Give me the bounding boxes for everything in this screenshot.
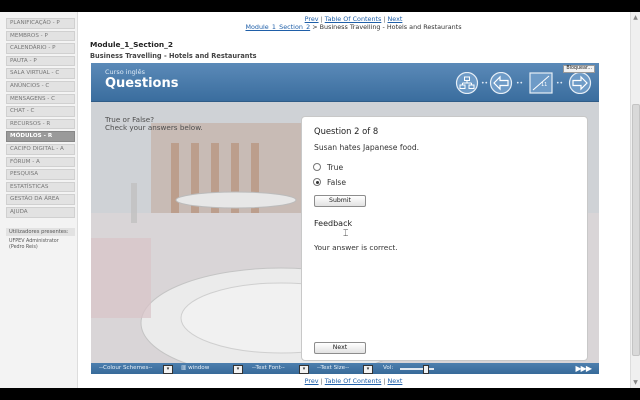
option-true-label: True: [327, 162, 344, 172]
volume-slider-thumb[interactable]: [423, 365, 429, 374]
nav-dots: ••: [481, 80, 489, 87]
volume-label: Vol:: [383, 365, 394, 371]
users-present-heading: Utilizadores presentes:: [6, 227, 75, 236]
sidebar-item-pesquisa[interactable]: PESQUISA: [6, 169, 75, 180]
question-title: Question 2 of 8: [314, 126, 379, 136]
feedback-title: Feedback: [314, 219, 353, 228]
sidebar-item-sala-virtual[interactable]: SALA VIRTUAL - C: [6, 68, 75, 79]
course-toolbar: --Colour Schemes-- ▾ ▥ window ▾ --Text F…: [91, 363, 599, 374]
left-sidebar: PLANIFICAÇÃO - P MEMBROS - P CALENDÁRIO …: [0, 12, 78, 388]
sidebar-item-planificacao[interactable]: PLANIFICAÇÃO - P: [6, 18, 75, 29]
sidebar-item-estatisticas[interactable]: ESTATÍSTICAS: [6, 181, 75, 193]
option-true[interactable]: True: [313, 162, 343, 172]
bloquear-button[interactable]: Bloquear...: [563, 65, 595, 73]
next-link[interactable]: Next: [388, 15, 403, 23]
text-size-dropdown-icon[interactable]: ▾: [363, 364, 373, 374]
sidebar-item-forum[interactable]: FÓRUM - A: [6, 156, 75, 168]
toc-link[interactable]: Table Of Contents: [325, 377, 382, 385]
user-fullname: (Pedro Reis): [9, 245, 38, 250]
progress-icon: 11: [529, 72, 553, 94]
feedback-text: Your answer is correct.: [314, 243, 398, 252]
window-dropdown-icon[interactable]: ▾: [233, 364, 243, 374]
window-toggle[interactable]: ▥ window: [181, 365, 209, 372]
question-panel: Question 2 of 8 Susan hates Japanese foo…: [301, 116, 588, 361]
play-icon[interactable]: ▶▶▶: [576, 364, 593, 373]
toc-link[interactable]: Table Of Contents: [325, 15, 382, 23]
sidebar-item-modulos[interactable]: MÓDULOS - R: [6, 131, 75, 142]
mouse-cursor-icon: ⌶: [343, 229, 349, 239]
submit-button[interactable]: Submit: [314, 195, 366, 207]
browser-content: PLANIFICAÇÃO - P MEMBROS - P CALENDÁRIO …: [0, 12, 640, 388]
sitemap-button[interactable]: [455, 72, 479, 94]
question-instructions: True or False? Check your answers below.: [105, 115, 203, 133]
course-player: Curso inglês Questions •• •• 11 •• Bloqu…: [91, 63, 599, 374]
breadcrumb-current: Business Travelling - Hotels and Restaur…: [319, 23, 462, 31]
colour-schemes-select[interactable]: --Colour Schemes--: [99, 365, 152, 372]
prev-link[interactable]: Prev: [305, 377, 319, 385]
text-font-select[interactable]: --Text Font--: [252, 365, 285, 372]
next-question-button[interactable]: Next: [314, 342, 366, 354]
page-title: Module_1_Section_2: [90, 40, 174, 49]
page-scrollbar[interactable]: ▲ ▼: [630, 12, 640, 388]
next-link[interactable]: Next: [388, 377, 403, 385]
nav-dots: ••: [556, 80, 564, 87]
option-true-radio[interactable]: [313, 163, 321, 171]
course-name: Curso inglês: [105, 68, 146, 76]
sidebar-item-mensagens[interactable]: MENSAGENS - C: [6, 93, 75, 105]
nav-dots: ••: [516, 80, 524, 87]
breadcrumb-separator: >: [312, 23, 318, 31]
sidebar-item-cacifo-digital[interactable]: CACIFO DIGITAL - A: [6, 143, 75, 155]
breadcrumb-module-link[interactable]: Module_1_Section_2: [245, 23, 310, 31]
nav-separator: |: [383, 15, 386, 23]
users-present-list: UFPEV Administrator (Pedro Reis): [9, 239, 75, 252]
section-title: Questions: [105, 76, 179, 91]
sidebar-item-pauta[interactable]: PAUTA - P: [6, 55, 75, 67]
sidebar-item-chat[interactable]: CHAT - C: [6, 106, 75, 117]
sidebar-item-recursos[interactable]: RECURSOS - R: [6, 118, 75, 130]
sidebar-item-calendario[interactable]: CALENDÁRIO - P: [6, 43, 75, 54]
svg-text:11: 11: [541, 82, 547, 88]
colour-schemes-dropdown-icon[interactable]: ▾: [163, 364, 173, 374]
top-nav: Prev | Table Of Contents | Next: [78, 15, 629, 23]
breadcrumb: Module_1_Section_2 > Business Travelling…: [78, 23, 629, 31]
nav-separator: |: [320, 377, 323, 385]
page-subtitle: Business Travelling - Hotels and Restaur…: [90, 52, 257, 60]
course-header: Curso inglês Questions •• •• 11 •• Bloqu…: [91, 63, 599, 102]
question-text: Susan hates Japanese food.: [314, 143, 420, 152]
forward-button[interactable]: [568, 72, 592, 94]
scroll-thumb[interactable]: [632, 104, 640, 356]
sidebar-item-ajuda[interactable]: AJUDA: [6, 206, 75, 218]
option-false[interactable]: False: [313, 177, 346, 187]
nav-separator: |: [320, 15, 323, 23]
prev-link[interactable]: Prev: [305, 15, 319, 23]
scroll-down-icon[interactable]: ▼: [632, 379, 639, 386]
option-false-radio[interactable]: [313, 178, 321, 186]
option-false-label: False: [327, 177, 347, 187]
scroll-up-icon[interactable]: ▲: [632, 14, 639, 21]
sidebar-item-anuncios[interactable]: ANÚNCIOS - C: [6, 80, 75, 92]
text-font-dropdown-icon[interactable]: ▾: [299, 364, 309, 374]
text-size-select[interactable]: --Text Size--: [317, 365, 349, 372]
nav-separator: |: [383, 377, 386, 385]
bottom-nav: Prev | Table Of Contents | Next: [78, 377, 629, 385]
sidebar-item-gestao-da-area[interactable]: GESTÃO DA ÁREA: [6, 194, 75, 205]
sidebar-item-membros[interactable]: MEMBROS - P: [6, 30, 75, 42]
back-button[interactable]: [489, 72, 513, 94]
